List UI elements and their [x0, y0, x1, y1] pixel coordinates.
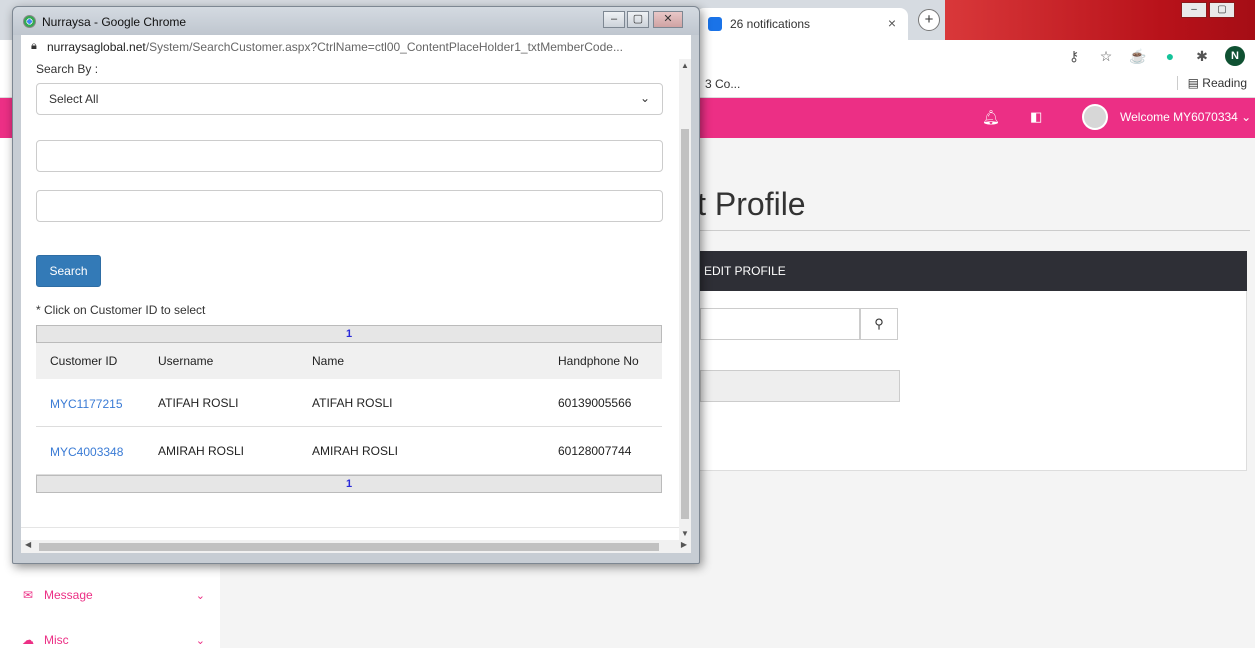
divider [690, 230, 1250, 231]
scroll-left-icon[interactable]: ◀ [25, 540, 31, 549]
search-by-select[interactable]: Select All ⌄ [36, 83, 663, 115]
scroll-up-icon[interactable]: ▲ [681, 61, 689, 70]
url-host: nurraysaglobal.net [47, 40, 146, 54]
table-row: MYC4003348 AMIRAH ROSLI AMIRAH ROSLI 601… [36, 427, 662, 475]
close-icon[interactable]: ✕ [653, 11, 683, 28]
page-link[interactable]: 1 [346, 328, 352, 340]
sidebar-item-message[interactable]: ✉ Message ⌄ [20, 588, 205, 602]
tab-title: 26 notifications [730, 17, 811, 31]
popup-window: Nurraysa - Google Chrome – ▢ ✕ 🔒︎ nurray… [12, 6, 700, 564]
popup-window-title: Nurraysa - Google Chrome [42, 15, 187, 29]
column-header: Username [158, 354, 214, 368]
bell-icon[interactable]: 🔔︎ [982, 109, 1000, 126]
divider [21, 527, 691, 528]
popup-content: Search By : Select All ⌄ Search * Click … [21, 59, 691, 540]
profile-avatar[interactable]: N [1225, 46, 1245, 66]
name-cell: ATIFAH ROSLI [312, 396, 393, 410]
search-by-select-value: Select All [49, 92, 99, 106]
username-cell: AMIRAH ROSLI [158, 444, 245, 458]
customer-id-link[interactable]: MYC1177215 [50, 397, 123, 411]
member-code-input[interactable] [700, 308, 860, 340]
notification-favicon-icon [708, 17, 722, 31]
reading-list-label: Reading [1202, 76, 1247, 90]
popup-address-bar[interactable]: 🔒︎ nurraysaglobal.net/System/SearchCusto… [21, 35, 691, 59]
sidebar-item-misc[interactable]: ☁ Misc ⌄ [20, 633, 205, 647]
search-button[interactable]: Search [36, 255, 101, 287]
extension-cup-icon[interactable]: ☕ [1129, 48, 1147, 65]
bookmark-item[interactable]: 3 Co... [705, 77, 740, 91]
readonly-field [700, 370, 900, 402]
search-keyword-input[interactable] [36, 140, 663, 172]
popup-titlebar[interactable]: Nurraysa - Google Chrome – ▢ ✕ [13, 7, 699, 35]
tab-close-icon[interactable]: × [888, 15, 896, 31]
phone-cell: 60128007744 [558, 444, 632, 458]
maximize-icon[interactable]: ▢ [627, 11, 649, 28]
lock-icon: 🔒︎ [31, 40, 37, 52]
customer-id-link[interactable]: MYC4003348 [50, 445, 123, 459]
url-path: /System/SearchCustomer.aspx?CtrlName=ctl… [145, 40, 623, 54]
user-avatar[interactable] [1082, 104, 1108, 130]
select-hint: * Click on Customer ID to select [36, 303, 206, 317]
scroll-thumb[interactable] [681, 129, 689, 519]
star-icon[interactable]: ☆ [1097, 48, 1115, 65]
sidebar-item-label: Message [44, 588, 93, 602]
new-tab-button[interactable]: + [918, 9, 940, 31]
search-keyword-input-2[interactable] [36, 190, 663, 222]
phone-cell: 60139005566 [558, 396, 632, 410]
chevron-down-icon: ⌄ [195, 634, 205, 647]
scroll-thumb[interactable] [39, 543, 659, 551]
pager-bottom: 1 [36, 475, 662, 493]
sidebar-item-label: Misc [44, 633, 69, 647]
search-by-label: Search By : [36, 62, 99, 76]
chevron-down-icon: ⌄ [195, 589, 205, 602]
scroll-right-icon[interactable]: ▶ [681, 540, 687, 549]
vertical-scrollbar[interactable]: ▲ ▼ [679, 59, 691, 540]
panel-header: EDIT PROFILE [690, 251, 1247, 291]
maximize-icon[interactable]: ▢ [1209, 2, 1235, 18]
pager-top: 1 [36, 325, 662, 343]
language-icon[interactable]: ◧ [1030, 109, 1042, 125]
horizontal-scrollbar[interactable]: ◀ ▶ [21, 540, 691, 553]
chrome-icon [23, 15, 36, 28]
key-icon[interactable]: ⚷ [1065, 48, 1083, 65]
username-cell: ATIFAH ROSLI [158, 396, 239, 410]
minimize-icon[interactable]: – [1181, 2, 1207, 18]
cloud-icon: ☁ [22, 633, 34, 647]
name-cell: AMIRAH ROSLI [312, 444, 399, 458]
table-header: Customer ID Username Name Handphone No [36, 343, 662, 379]
tab-notifications[interactable]: 26 notifications × [696, 8, 908, 40]
reading-list-button[interactable]: ▤ Reading [1176, 76, 1247, 90]
table-row: MYC1177215 ATIFAH ROSLI ATIFAH ROSLI 601… [36, 379, 662, 427]
minimize-icon[interactable]: – [603, 11, 625, 28]
page-title: it Profile [690, 186, 806, 222]
popup-url: nurraysaglobal.net/System/SearchCustomer… [47, 40, 623, 54]
search-icon[interactable]: ⚲ [860, 308, 898, 340]
scroll-down-icon[interactable]: ▼ [681, 529, 689, 538]
column-header: Customer ID [50, 354, 118, 368]
reading-list-icon: ▤ [1187, 76, 1203, 90]
column-header: Name [312, 354, 345, 368]
envelope-icon: ✉ [22, 588, 34, 602]
puzzle-icon[interactable]: ✱ [1193, 48, 1211, 65]
grammarly-icon[interactable]: ● [1161, 48, 1179, 64]
column-header: Handphone No [558, 354, 639, 368]
welcome-menu[interactable]: Welcome MY6070334 ⌄ [1120, 110, 1251, 124]
page-link[interactable]: 1 [346, 478, 352, 490]
chevron-down-icon: ⌄ [639, 91, 650, 105]
taskbar-strip: – ▢ [945, 0, 1255, 40]
